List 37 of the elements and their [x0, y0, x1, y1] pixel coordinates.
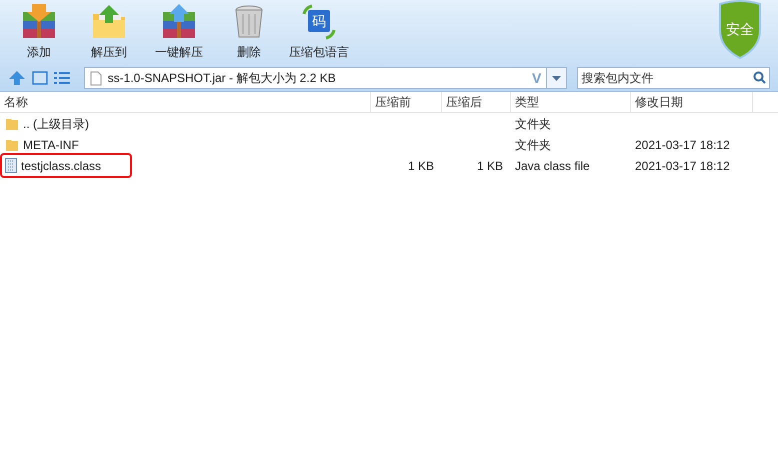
- table-cell: Java class file: [515, 158, 590, 172]
- up-arrow-icon[interactable]: [8, 70, 26, 86]
- table-cell: 文件夹: [515, 138, 551, 152]
- table-cell: 1 KB: [476, 158, 503, 172]
- dropdown-button[interactable]: [546, 68, 566, 88]
- column-header[interactable]: 压缩后: [442, 92, 511, 112]
- column-header[interactable]: 修改日期: [631, 92, 753, 112]
- column-header[interactable]: 压缩前: [371, 92, 442, 112]
- search-field[interactable]: 搜索包内文件: [577, 67, 770, 89]
- folder-up-arrow-icon: [90, 4, 128, 40]
- list-view-icon[interactable]: [54, 71, 70, 85]
- column-header[interactable]: 类型: [511, 92, 631, 112]
- address-text: ss-1.0-SNAPSHOT.jar - 解包大小为 2.2 KB: [108, 70, 337, 87]
- toolbar-button[interactable]: 删除: [220, 0, 278, 64]
- document-icon: [90, 70, 102, 86]
- toolbar-button[interactable]: 解压到: [80, 0, 138, 64]
- file-icon: [5, 158, 17, 173]
- table-cell: 文件夹: [515, 116, 551, 130]
- address-bar[interactable]: ss-1.0-SNAPSHOT.jar - 解包大小为 2.2 KB V: [84, 67, 568, 89]
- folder-icon: [5, 116, 19, 130]
- file-name[interactable]: .. (上级目录): [23, 114, 89, 132]
- toolbar-button[interactable]: 码 压缩包语言: [290, 0, 348, 64]
- file-name[interactable]: META-INF: [23, 136, 79, 154]
- search-icon[interactable]: [753, 71, 766, 84]
- toolbar-button[interactable]: 一键解压: [150, 0, 208, 64]
- folder-icon: [5, 138, 19, 152]
- file-name[interactable]: testjclass.class: [21, 156, 102, 174]
- toolbar-button[interactable]: 添加: [10, 0, 68, 64]
- caret-icon: [552, 76, 562, 80]
- archive-up-arrow-icon: [160, 4, 198, 40]
- archive-books-icon: [20, 4, 58, 40]
- column-header[interactable]: 名称: [0, 92, 371, 112]
- window-icon[interactable]: [32, 71, 48, 85]
- table-cell: 2021-03-17 18:12: [635, 158, 730, 172]
- table-cell: 2021-03-17 18:12: [635, 138, 730, 152]
- table-cell: 1 KB: [408, 158, 434, 172]
- verify-mark: V: [530, 68, 542, 88]
